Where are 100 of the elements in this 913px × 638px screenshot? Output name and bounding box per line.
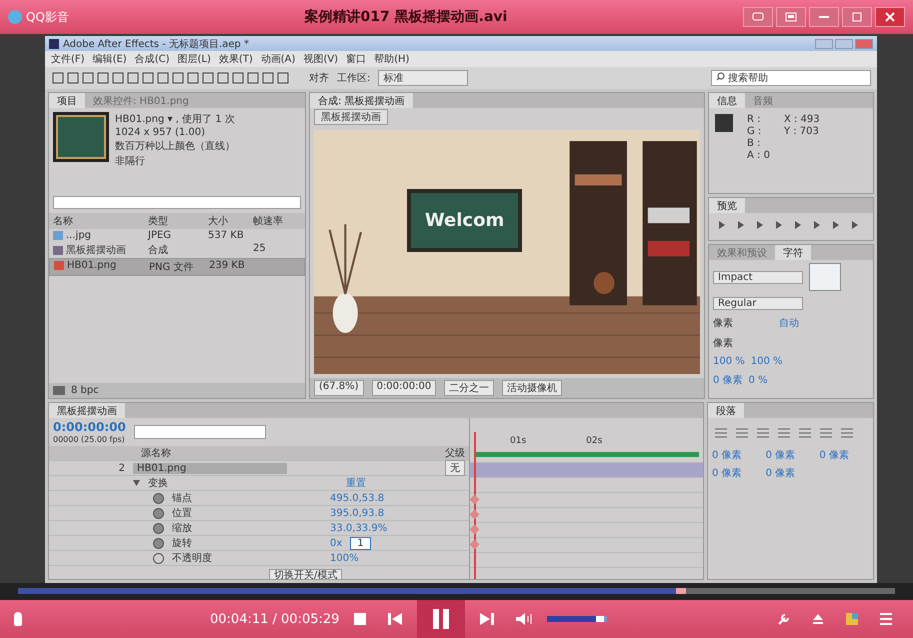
- column-header[interactable]: 类型: [148, 214, 208, 228]
- column-header[interactable]: 源名称: [141, 446, 291, 460]
- project-item[interactable]: HB01.png PNG 文件 239 KB: [49, 258, 305, 276]
- volume-slider[interactable]: [547, 616, 608, 622]
- app-logo: QQ影音: [8, 8, 69, 26]
- y-coordinate: Y : 703: [784, 126, 820, 137]
- menu-item[interactable]: 视图(V): [303, 52, 338, 66]
- stop-icon: [353, 612, 368, 626]
- panel-tab[interactable]: 项目: [49, 93, 85, 108]
- menu-item[interactable]: 帮助(H): [374, 52, 410, 66]
- chat-button[interactable]: [743, 7, 773, 27]
- layer-name[interactable]: HB01.png: [133, 462, 287, 474]
- workspace-label: 工作区:: [337, 72, 370, 85]
- stopwatch-icon[interactable]: [153, 508, 164, 518]
- project-item[interactable]: 黑板摇摆动画 合成 25: [49, 242, 305, 258]
- property-name: 旋转: [172, 536, 193, 550]
- menu-item[interactable]: 效果(T): [218, 52, 253, 66]
- property-name: 不透明度: [172, 552, 213, 565]
- minimize-button[interactable]: [809, 7, 839, 27]
- property-name: 位置: [172, 506, 193, 520]
- column-header[interactable]: 帧速率: [253, 214, 301, 228]
- chalkboard-thumbnail: [53, 112, 109, 162]
- resolution-select[interactable]: 二分之一: [444, 380, 494, 396]
- camera-select[interactable]: 活动摄像机: [502, 380, 562, 396]
- window-title: 案例精讲017 黑板摇摆动画.avi: [304, 8, 508, 26]
- restore-button[interactable]: [835, 38, 853, 48]
- channel-value: R :: [747, 114, 762, 125]
- file-info-text: 1024 x 957 (1.00): [115, 127, 206, 138]
- x-coordinate: X : 493: [784, 114, 820, 125]
- column-header[interactable]: 父级: [445, 446, 465, 460]
- mini-mode-button[interactable]: [776, 7, 806, 27]
- panel-tab[interactable]: 信息: [709, 93, 745, 108]
- channel-value: G :: [747, 126, 762, 137]
- menu-item[interactable]: 动画(A): [260, 52, 296, 66]
- chalkboard[interactable]: Welcom: [406, 188, 522, 252]
- column-header[interactable]: 大小: [208, 214, 253, 228]
- property-name: 锚点: [172, 492, 193, 505]
- bit-depth-label[interactable]: 8 bpc: [71, 385, 99, 396]
- menu-item[interactable]: 文件(F): [51, 52, 85, 66]
- app-title: Adobe After Effects - 无标题项目.aep *: [63, 38, 249, 50]
- file-info-text: 数百万种以上颜色（直线）: [115, 140, 235, 153]
- file-info-text: HB01.png ▾ , 使用了 1 次: [115, 113, 235, 126]
- column-header[interactable]: 名称: [53, 214, 148, 228]
- time-ruler-label: 02s: [586, 436, 602, 446]
- panel-tab[interactable]: 字符: [775, 245, 811, 260]
- menu-item[interactable]: 编辑(E): [92, 52, 127, 66]
- stopwatch-icon[interactable]: [153, 522, 164, 534]
- time-ruler-label: 01s: [510, 436, 526, 446]
- input-field[interactable]: 1: [350, 536, 371, 550]
- playback-time: 00:04:11 / 00:05:29: [210, 612, 340, 626]
- maximize-icon: [851, 12, 863, 22]
- maximize-button[interactable]: [842, 7, 872, 27]
- channel-value: B :: [747, 138, 762, 149]
- pause-button[interactable]: [417, 600, 466, 638]
- property-name: 缩放: [172, 522, 193, 535]
- panel-tab[interactable]: 段落: [708, 403, 744, 418]
- stopwatch-icon[interactable]: [153, 492, 164, 504]
- previous-icon: [387, 612, 404, 626]
- project-item[interactable]: ...jpg JPEG 537 KB: [49, 229, 305, 242]
- parent-select[interactable]: 无: [445, 460, 465, 476]
- panel-tab[interactable]: 黑板摇摆动画: [49, 403, 125, 418]
- chat-icon: [752, 12, 764, 22]
- app-icon: [49, 38, 59, 48]
- font-size-field[interactable]: 像素: [713, 316, 773, 330]
- timecode-field[interactable]: 0:00:00:00: [372, 380, 436, 396]
- layer-number: 2: [118, 462, 125, 474]
- stopwatch-icon[interactable]: [153, 538, 164, 548]
- minimize-icon: [819, 16, 829, 18]
- stroke-width-field[interactable]: 像素: [713, 336, 773, 350]
- menu-item[interactable]: 图层(L): [177, 52, 211, 66]
- transform-group[interactable]: 变换: [148, 476, 338, 490]
- stopwatch-icon[interactable]: [153, 552, 164, 564]
- search-icon: [716, 72, 725, 81]
- file-info-text: 非隔行: [115, 154, 146, 168]
- workspace-select[interactable]: 标准: [378, 70, 468, 86]
- zoom-select[interactable]: (67.8%): [314, 380, 364, 396]
- panel-tab[interactable]: 合成: 黑板摇摆动画: [310, 93, 413, 108]
- menu-item[interactable]: 合成(C): [134, 52, 170, 66]
- chalkboard-text: Welcom: [424, 210, 504, 231]
- channel-value: A : 0: [747, 150, 770, 161]
- color-swatch: [715, 114, 733, 132]
- search-field[interactable]: [134, 425, 266, 439]
- font-select[interactable]: Impact: [713, 270, 803, 284]
- minimize-button[interactable]: [815, 38, 833, 48]
- mini-mode-icon: [785, 12, 797, 22]
- composition-tab[interactable]: 黑板摇摆动画: [314, 109, 388, 125]
- search-field[interactable]: [53, 196, 301, 209]
- close-button[interactable]: [875, 7, 905, 27]
- close-icon: [884, 12, 896, 22]
- caret-icon[interactable]: [133, 480, 140, 486]
- pause-icon: [431, 608, 452, 630]
- style-select[interactable]: Regular: [713, 297, 803, 310]
- frame-count: 00000 (25.00 fps): [53, 435, 126, 444]
- snap-label: 对齐: [309, 72, 329, 85]
- next-icon: [479, 612, 496, 626]
- menu-item[interactable]: 窗口: [346, 52, 366, 66]
- panel-tab[interactable]: 预览: [709, 198, 745, 213]
- search-field[interactable]: 搜索帮助: [711, 70, 871, 86]
- fill-color-swatch[interactable]: [809, 263, 841, 291]
- close-button[interactable]: [855, 38, 873, 48]
